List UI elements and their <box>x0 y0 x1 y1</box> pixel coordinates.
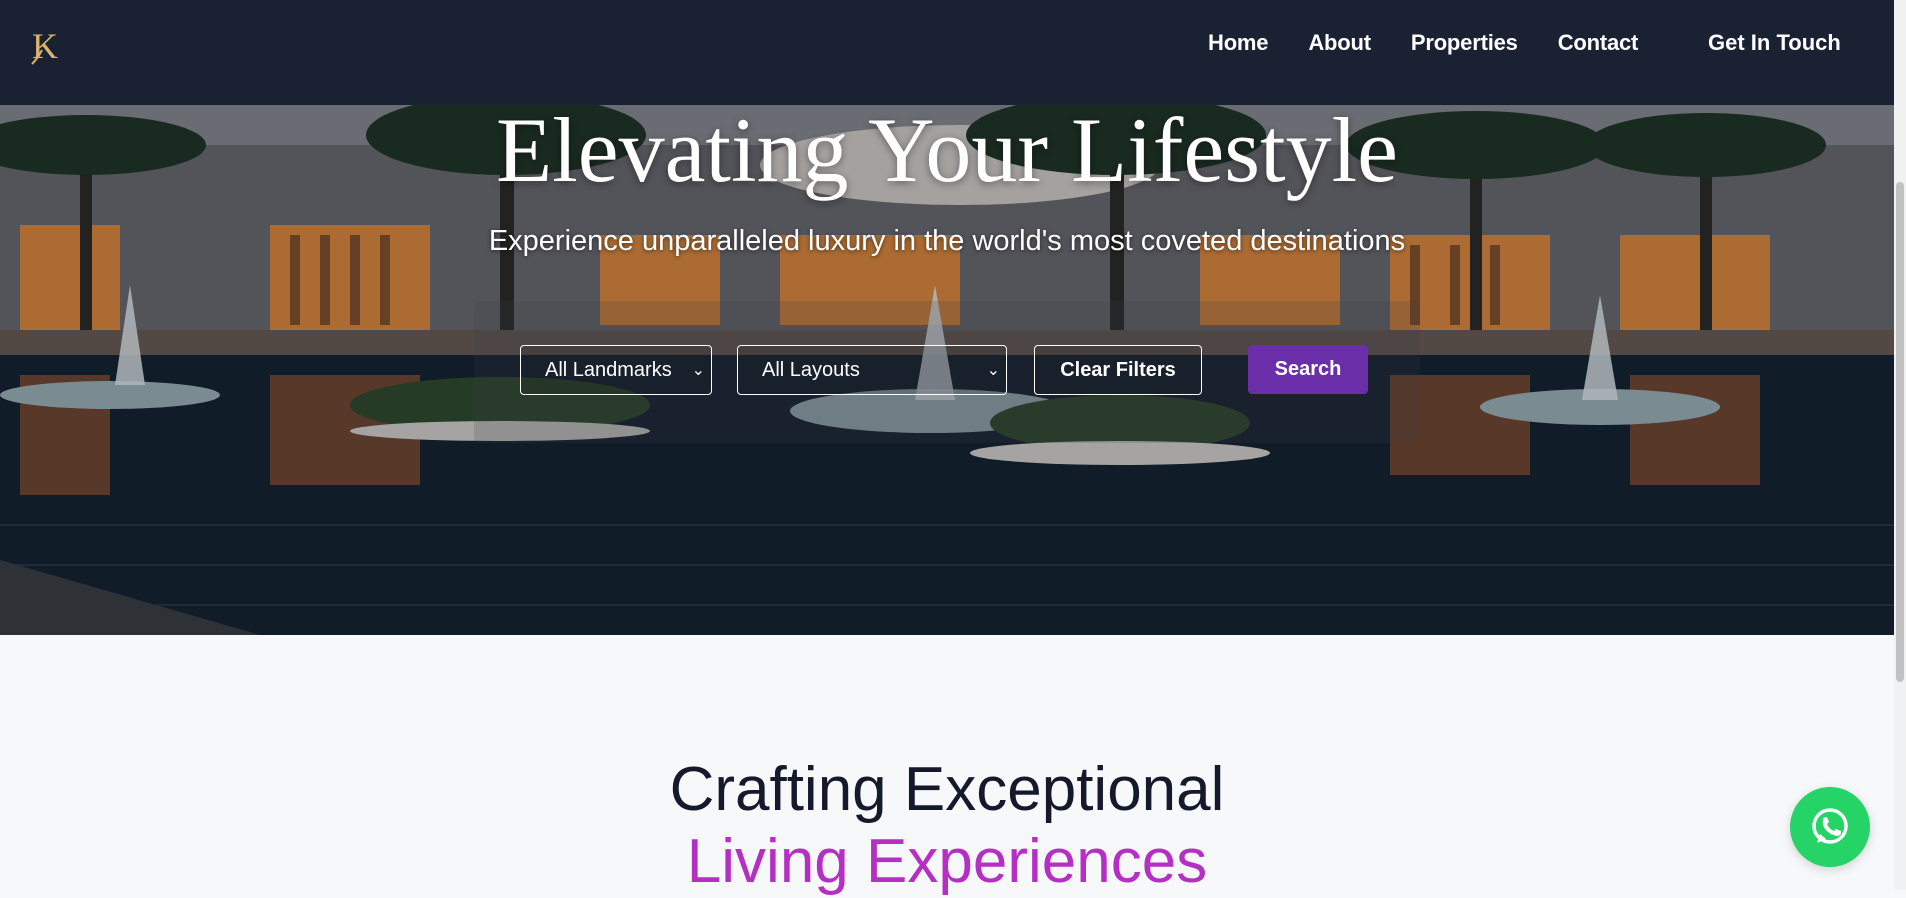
section-title: Crafting Exceptional Living Experiences <box>0 754 1894 898</box>
whatsapp-icon <box>1812 808 1848 844</box>
hero-subtitle: Experience unparalleled luxury in the wo… <box>488 225 1406 257</box>
nav-link-home[interactable]: Home <box>1208 30 1269 56</box>
navbar: K Home About Properties Contact Get In T… <box>0 0 1894 105</box>
main-nav: Home About Properties Contact <box>1208 30 1678 56</box>
whatsapp-button[interactable] <box>1790 787 1870 867</box>
chevron-down-icon: ⌄ <box>691 362 705 379</box>
nav-link-contact[interactable]: Contact <box>1558 30 1639 56</box>
nav-link-properties[interactable]: Properties <box>1411 30 1518 56</box>
nav-link-about[interactable]: About <box>1308 30 1371 56</box>
hero-title: Elevating Your Lifestyle <box>496 105 1398 201</box>
landmark-select[interactable]: All Landmarks ⌄ <box>520 345 712 395</box>
section-title-line2: Living Experiences <box>686 827 1208 896</box>
hero-section: Elevating Your Lifestyle Experience unpa… <box>0 105 1894 635</box>
scrollbar[interactable] <box>1894 0 1906 890</box>
logo-mark: K <box>31 26 58 66</box>
brand-logo[interactable]: K <box>26 24 70 68</box>
chevron-down-icon: ⌄ <box>986 362 1000 379</box>
layout-select[interactable]: All Layouts ⌄ <box>737 345 1007 395</box>
layout-select-value: All Layouts <box>762 358 860 381</box>
scrollbar-thumb[interactable] <box>1896 182 1904 682</box>
section-title-line1: Crafting Exceptional <box>669 755 1225 824</box>
search-button[interactable]: Search <box>1248 345 1368 394</box>
get-in-touch-link[interactable]: Get In Touch <box>1708 30 1841 56</box>
landmark-select-value: All Landmarks <box>545 358 672 381</box>
clear-filters-button[interactable]: Clear Filters <box>1034 345 1202 395</box>
